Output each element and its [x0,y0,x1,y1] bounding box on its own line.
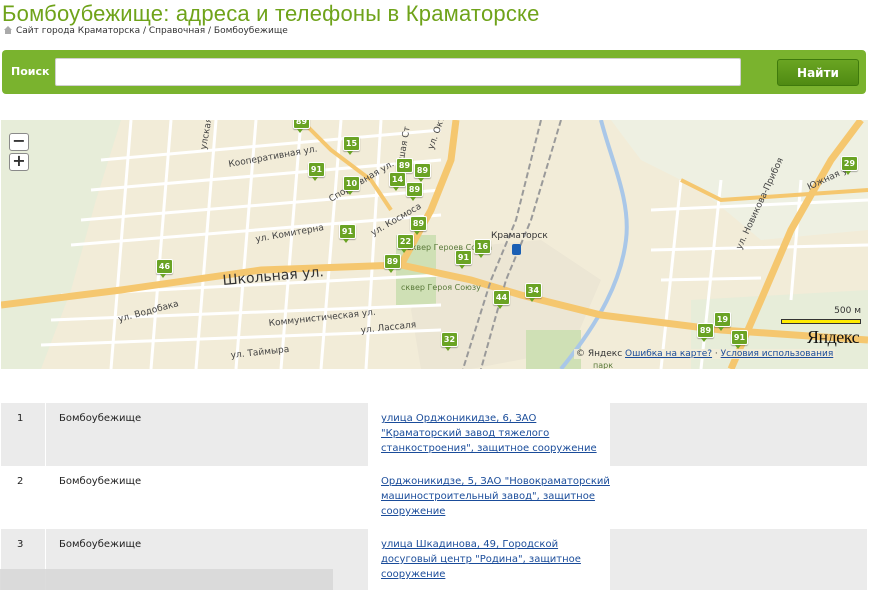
breadcrumb-text[interactable]: Сайт города Краматорска / Справочная / Б… [16,26,288,36]
copyright-text: © Яндекс [576,349,623,359]
search-label: Поиск [11,65,50,78]
map-marker[interactable]: 89 [406,182,423,201]
map-marker[interactable]: 34 [525,283,542,302]
row-number: 1 [17,413,24,424]
map-marker[interactable]: 32 [441,332,458,351]
map-marker[interactable]: 89 [414,163,431,182]
map-marker[interactable]: 19 [714,312,731,331]
map-marker[interactable]: 89 [396,158,413,177]
map-marker[interactable]: 14 [389,172,406,191]
row-name: Бомбоубежище [59,539,142,550]
breadcrumb: Сайт города Краматорска / Справочная / Б… [4,26,288,36]
street-label: сквер Героя Союзу [401,283,481,292]
yandex-logo[interactable]: Яндекс [807,327,860,348]
map-marker[interactable]: 89 [384,254,401,273]
street-label: парк [593,361,613,369]
row-address-link[interactable]: улица Шкадинова, 49, Городской досуговый… [381,537,613,582]
street-label: Краматорск [491,231,548,241]
map-terms-link[interactable]: Условия использования [721,349,834,359]
search-bar: Поиск Найти [2,50,866,94]
zoom-out-button[interactable]: − [9,133,29,151]
map-scale-label: 500 м [834,306,861,316]
row-address-link[interactable]: улица Орджоникидзе, 6, ЗАО "Краматорский… [381,411,613,456]
map-marker[interactable]: 89 [293,120,310,133]
map-marker[interactable]: 91 [339,224,356,243]
row-name: Бомбоубежище [59,413,142,424]
map-marker[interactable]: 15 [343,136,360,155]
map-marker[interactable]: 89 [697,323,714,342]
map-marker[interactable]: 91 [455,250,472,269]
train-station-icon [512,244,521,255]
map-marker[interactable]: 91 [731,330,748,349]
row-number: 2 [17,476,24,487]
map-marker[interactable]: 46 [156,259,173,278]
map-marker[interactable]: 16 [474,239,491,258]
page-title: Бомбоубежище: адреса и телефоны в Крамат… [2,1,540,26]
map-error-link[interactable]: Ошибка на карте? [625,349,712,359]
row-name: Бомбоубежище [59,476,142,487]
row-separator [45,403,46,466]
map-marker[interactable]: 29 [841,156,858,175]
row-address-link[interactable]: Орджоникидзе, 5, ЗАО "Новокраматорский м… [381,474,613,519]
map-marker[interactable]: 10 [343,176,360,195]
home-icon[interactable] [4,26,12,34]
map-scale-bar [781,319,861,324]
map-copyright: © Яндекс Ошибка на карте? · Условия испо… [574,349,836,359]
results-table: 1 Бомбоубежище улица Орджоникидзе, 6, ЗА… [1,403,867,590]
map[interactable]: Школьная ул. ул. Комитерна Кооперативная… [1,120,868,369]
table-row: 1 Бомбоубежище улица Орджоникидзе, 6, ЗА… [1,403,867,466]
map-marker[interactable]: 89 [410,216,427,235]
search-input[interactable] [55,58,741,86]
map-marker[interactable]: 44 [493,290,510,309]
search-button[interactable]: Найти [777,59,859,86]
page: Бомбоубежище: адреса и телефоны в Крамат… [0,0,869,590]
table-row: 2 Бомбоубежище Орджоникидзе, 5, ЗАО "Нов… [1,466,867,529]
bottom-overlay-bar [0,569,333,590]
map-marker[interactable]: 91 [308,162,325,181]
map-marker[interactable]: 22 [397,234,414,253]
zoom-in-button[interactable]: + [9,153,29,171]
